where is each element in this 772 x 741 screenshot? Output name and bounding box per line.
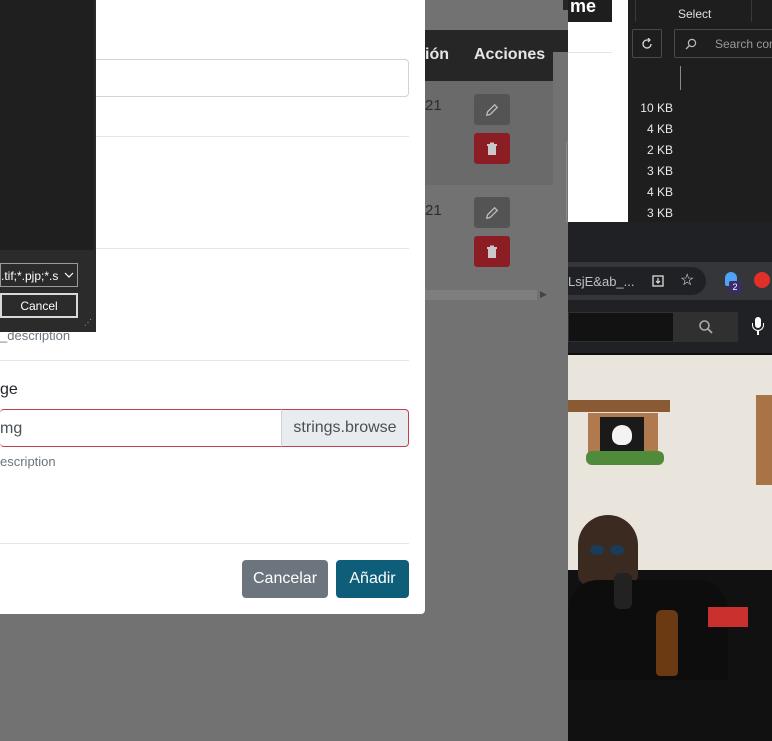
add-button[interactable]: Añadir xyxy=(336,560,409,598)
refresh-button[interactable] xyxy=(632,29,662,58)
window-title-partial: me xyxy=(570,0,597,16)
extension-icon[interactable]: 2 xyxy=(723,272,741,293)
file-type-select[interactable]: .tif;*.pjp;*.s xyxy=(0,263,78,287)
install-icon[interactable] xyxy=(651,274,665,288)
cancel-button[interactable]: Cancelar xyxy=(242,560,328,598)
plants xyxy=(586,451,664,465)
column-header-partial: ión xyxy=(425,46,449,63)
file-size: 4 KB xyxy=(646,185,673,199)
file-size: 4 KB xyxy=(646,122,673,136)
search-input[interactable]: Search con xyxy=(674,29,772,58)
extension-badge: 2 xyxy=(729,281,741,293)
youtube-search-input[interactable] xyxy=(568,312,674,342)
cat-picture xyxy=(600,417,644,455)
bottle xyxy=(656,610,678,676)
file-size: 3 KB xyxy=(646,164,673,178)
row-cell-partial: 21 xyxy=(425,97,442,114)
file-open-dialog: .tif;*.pjp;*.s Cancel ⋰ xyxy=(0,0,96,332)
dialog-cancel-button[interactable]: Cancel xyxy=(0,293,78,318)
video-player[interactable] xyxy=(568,355,772,741)
edit-button[interactable] xyxy=(474,197,510,228)
trash-icon xyxy=(487,142,497,155)
file-explorer-panel: Select Search con 10 KB 4 KB 2 KB 3 KB 4… xyxy=(628,0,772,222)
file-size: 3 KB xyxy=(646,206,673,220)
horizontal-scrollbar[interactable] xyxy=(425,290,537,300)
image-input-value: mg xyxy=(0,420,23,437)
delete-button[interactable] xyxy=(474,236,510,267)
browser-window: LsjE&ab_... ☆ 2 xyxy=(568,222,772,355)
search-placeholder: Search con xyxy=(715,37,772,51)
person-body xyxy=(568,580,728,680)
trash-icon xyxy=(487,245,497,258)
image-field-label: ge xyxy=(0,381,18,398)
row-cell-partial: 21 xyxy=(425,202,442,219)
bookmark-star-icon[interactable]: ☆ xyxy=(680,270,694,290)
browse-button[interactable]: strings.browse xyxy=(281,409,409,447)
pencil-icon xyxy=(485,103,499,116)
edit-button[interactable] xyxy=(474,94,510,125)
table-header: ión Acciones xyxy=(425,30,553,81)
wooden-crate-right xyxy=(756,395,772,485)
red-chair xyxy=(708,607,748,627)
pencil-icon xyxy=(485,206,499,219)
chevron-down-icon xyxy=(64,272,74,278)
file-type-value: .tif;*.pjp;*.s xyxy=(1,269,59,283)
file-size: 2 KB xyxy=(646,143,673,157)
scroll-right-icon[interactable]: ▶ xyxy=(540,289,547,300)
file-list-pane[interactable] xyxy=(0,0,94,250)
search-icon xyxy=(699,320,713,334)
image-help-text: escription xyxy=(0,454,56,469)
delete-button[interactable] xyxy=(474,133,510,164)
youtube-search-button[interactable] xyxy=(674,312,738,342)
microphone xyxy=(614,573,632,609)
resize-grip-icon[interactable]: ⋰ xyxy=(84,318,92,327)
search-icon xyxy=(685,38,697,50)
image-file-input[interactable]: mg xyxy=(0,409,282,447)
adblock-icon[interactable] xyxy=(754,272,770,288)
column-header-actions: Acciones xyxy=(474,46,546,63)
file-size: 10 KB xyxy=(640,101,673,115)
select-label: Select xyxy=(678,7,712,21)
url-text: LsjE&ab_... xyxy=(568,274,635,289)
header-strip xyxy=(553,30,568,52)
address-bar[interactable]: LsjE&ab_... ☆ xyxy=(568,267,706,295)
refresh-icon xyxy=(642,37,652,49)
wooden-crate-shelf xyxy=(568,400,670,412)
microphone-icon[interactable] xyxy=(752,317,764,337)
